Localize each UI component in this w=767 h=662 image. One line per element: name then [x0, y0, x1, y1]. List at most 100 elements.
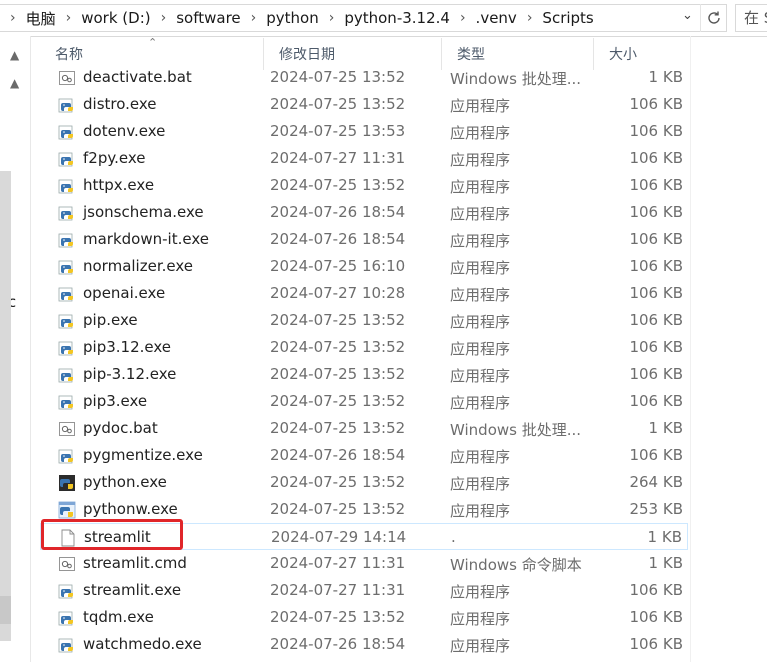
pin-icon[interactable]: ▲ [10, 76, 19, 90]
chevron-down-icon[interactable]: ⌄ [682, 8, 693, 23]
file-size: 106 KB [629, 392, 683, 410]
file-row[interactable]: deactivate.bat 2024-07-25 13:52 Windows 批处… [40, 64, 688, 91]
file-name: streamlit.cmd [83, 554, 187, 572]
file-modified-date: 2024-07-27 10:28 [270, 284, 406, 302]
file-name: pip-3.12.exe [83, 365, 177, 383]
file-modified-date: 2024-07-25 13:52 [270, 365, 406, 383]
file-type: 应用程序 [450, 313, 511, 331]
breadcrumb-item[interactable]: software [172, 9, 244, 27]
bat-file-icon [58, 420, 76, 438]
python-exe-icon [58, 393, 76, 411]
file-name: httpx.exe [83, 176, 155, 194]
file-type: 应用程序 [450, 124, 511, 142]
file-name: tqdm.exe [83, 608, 154, 626]
breadcrumb-separator-icon[interactable]: › [4, 10, 22, 26]
pin-icon[interactable]: ▲ [10, 48, 19, 62]
file-row[interactable]: jsonschema.exe 2024-07-26 18:54 应用程序 106 KB [40, 199, 688, 226]
python-exe-icon [58, 285, 76, 303]
file-type: 应用程序 [450, 151, 511, 169]
breadcrumb-separator-icon[interactable]: › [521, 10, 539, 26]
pane-divider [690, 36, 691, 662]
file-modified-date: 2024-07-25 13:53 [270, 122, 406, 140]
file-row[interactable]: openai.exe 2024-07-27 10:28 应用程序 106 KB [40, 280, 688, 307]
file-size: 106 KB [629, 257, 683, 275]
file-row[interactable]: pythonw.exe 2024-07-25 13:52 应用程序 253 KB [40, 496, 688, 523]
file-name: f2py.exe [83, 149, 146, 167]
file-row[interactable]: dotenv.exe 2024-07-25 13:53 应用程序 106 KB [40, 118, 688, 145]
file-name: pip3.12.exe [83, 338, 171, 356]
file-size: 106 KB [629, 635, 683, 653]
breadcrumb-item[interactable]: work (D:) [77, 9, 154, 27]
bat-file-icon [58, 69, 76, 87]
file-size: 106 KB [629, 284, 683, 302]
file-name: pip3.exe [83, 392, 148, 410]
file-row[interactable]: watchmedo.exe 2024-07-26 18:54 应用程序 106 KB [40, 631, 688, 658]
file-modified-date: 2024-07-25 16:10 [270, 257, 406, 275]
breadcrumb-separator-icon[interactable]: › [323, 10, 341, 26]
file-modified-date: 2024-07-25 13:52 [270, 95, 406, 113]
file-type: 应用程序 [450, 502, 511, 520]
python-exe-icon [58, 312, 76, 330]
breadcrumb-item[interactable]: Scripts [538, 9, 597, 27]
file-size: 106 KB [629, 581, 683, 599]
file-modified-date: 2024-07-27 11:31 [270, 149, 406, 167]
nav-scrollbar-thumb[interactable] [0, 596, 11, 624]
file-row[interactable]: tqdm.exe 2024-07-25 13:52 应用程序 106 KB [40, 604, 688, 631]
breadcrumb-item[interactable]: python-3.12.4 [340, 9, 454, 27]
file-row[interactable]: f2py.exe 2024-07-27 11:31 应用程序 106 KB [40, 145, 688, 172]
file-row[interactable]: distro.exe 2024-07-25 13:52 应用程序 106 KB [40, 91, 688, 118]
file-row[interactable]: httpx.exe 2024-07-25 13:52 应用程序 106 KB [40, 172, 688, 199]
file-name: openai.exe [83, 284, 166, 302]
python-exe-icon [58, 231, 76, 249]
file-size: 1 KB [648, 419, 683, 437]
breadcrumb-item[interactable]: 电脑 [22, 8, 60, 29]
file-name: pygmentize.exe [83, 446, 203, 464]
file-size: 106 KB [629, 230, 683, 248]
file-row[interactable]: pip3.12.exe 2024-07-25 13:52 应用程序 106 KB [40, 334, 688, 361]
breadcrumb-separator-icon[interactable]: › [454, 10, 472, 26]
file-row[interactable]: pip-3.12.exe 2024-07-25 13:52 应用程序 106 KB [40, 361, 688, 388]
file-size: 106 KB [629, 176, 683, 194]
file-type: 应用程序 [450, 232, 511, 250]
file-row[interactable]: pip3.exe 2024-07-25 13:52 应用程序 106 KB [40, 388, 688, 415]
file-type: 应用程序 [450, 610, 511, 628]
file-row[interactable]: markdown-it.exe 2024-07-26 18:54 应用程序 106 K… [40, 226, 688, 253]
python-exe-icon [58, 258, 76, 276]
file-list: deactivate.bat 2024-07-25 13:52 Windows 批处… [40, 64, 688, 662]
file-row[interactable]: python.exe 2024-07-25 13:52 应用程序 264 KB [40, 469, 688, 496]
navigation-pane: ▲ ▲ sc [0, 36, 31, 662]
file-name: pip.exe [83, 311, 138, 329]
file-row[interactable]: streamlit 2024-07-29 14:14. 1 KB [40, 523, 688, 550]
nav-scrollbar[interactable] [0, 171, 11, 641]
file-type: 应用程序 [450, 205, 511, 223]
file-type: 应用程序 [450, 583, 511, 601]
file-size: 106 KB [629, 608, 683, 626]
breadcrumb-item[interactable]: .venv [472, 9, 521, 27]
python-exe-icon [58, 204, 76, 222]
sort-ascending-icon: ⌃ [148, 36, 158, 49]
file-row[interactable]: pygmentize.exe 2024-07-26 18:54 应用程序 106 KB [40, 442, 688, 469]
breadcrumb-item[interactable]: python [262, 9, 322, 27]
file-type: 应用程序 [450, 394, 511, 412]
file-row[interactable]: pydoc.bat 2024-07-25 13:52 Windows 批处理... 1… [40, 415, 688, 442]
address-bar[interactable]: › 电脑 › work (D:) › software › python › python-3.1… [0, 4, 727, 32]
python-exe-icon [58, 123, 76, 141]
file-modified-date: 2024-07-29 14:14 [271, 528, 407, 546]
refresh-button[interactable] [700, 4, 727, 32]
breadcrumb-separator-icon[interactable]: › [245, 10, 263, 26]
file-modified-date: 2024-07-25 13:52 [270, 68, 406, 86]
file-row[interactable]: streamlit.cmd 2024-07-27 11:31 Windows 命令脚… [40, 550, 688, 577]
file-size: 106 KB [629, 95, 683, 113]
file-row[interactable]: streamlit.exe 2024-07-27 11:31 应用程序 106 KB [40, 577, 688, 604]
breadcrumb-separator-icon[interactable]: › [155, 10, 173, 26]
breadcrumb: › 电脑 › work (D:) › software › python › python-3.1… [0, 8, 598, 29]
file-size: 264 KB [629, 473, 683, 491]
file-row[interactable]: pip.exe 2024-07-25 13:52 应用程序 106 KB [40, 307, 688, 334]
file-row[interactable]: normalizer.exe 2024-07-25 16:10 应用程序 106 KB [40, 253, 688, 280]
search-input[interactable]: 在 S [735, 4, 767, 32]
column-header-name-label: 名称 [55, 47, 83, 63]
file-type: 应用程序 [450, 286, 511, 304]
breadcrumb-separator-icon[interactable]: › [60, 10, 78, 26]
file-modified-date: 2024-07-25 13:52 [270, 500, 406, 518]
refresh-icon [708, 11, 720, 24]
